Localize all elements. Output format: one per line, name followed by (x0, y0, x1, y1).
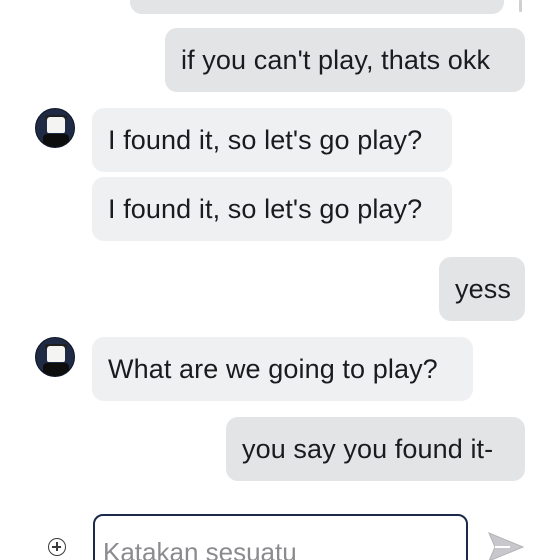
friend-avatar[interactable] (35, 108, 75, 148)
message-bubble-outgoing: you say you found it- (226, 417, 525, 481)
friend-avatar[interactable] (35, 337, 75, 377)
message-bubble-incoming: I found it, so let's go play? (92, 177, 452, 241)
message-text: you say you found it- (242, 434, 494, 464)
message-bubble-outgoing (130, 0, 504, 14)
message-text: yess (455, 274, 511, 304)
message-text: I found it, so let's go play? (108, 194, 423, 224)
send-icon[interactable] (486, 530, 526, 560)
message-input[interactable] (93, 514, 468, 560)
plus-circle-icon[interactable] (48, 538, 66, 556)
chat-thread[interactable]: if you can't play, thats okk I found it,… (0, 0, 560, 560)
message-bubble-outgoing: if you can't play, thats okk (165, 28, 525, 92)
message-bubble-incoming: I found it, so let's go play? (92, 108, 452, 172)
scrollbar-thumb[interactable] (519, 0, 522, 12)
message-text: What are we going to play? (108, 354, 438, 384)
message-text: if you can't play, thats okk (181, 45, 491, 75)
message-bubble-outgoing: yess (439, 257, 525, 321)
message-text: I found it, so let's go play? (108, 125, 423, 155)
message-bubble-incoming: What are we going to play? (92, 337, 473, 401)
